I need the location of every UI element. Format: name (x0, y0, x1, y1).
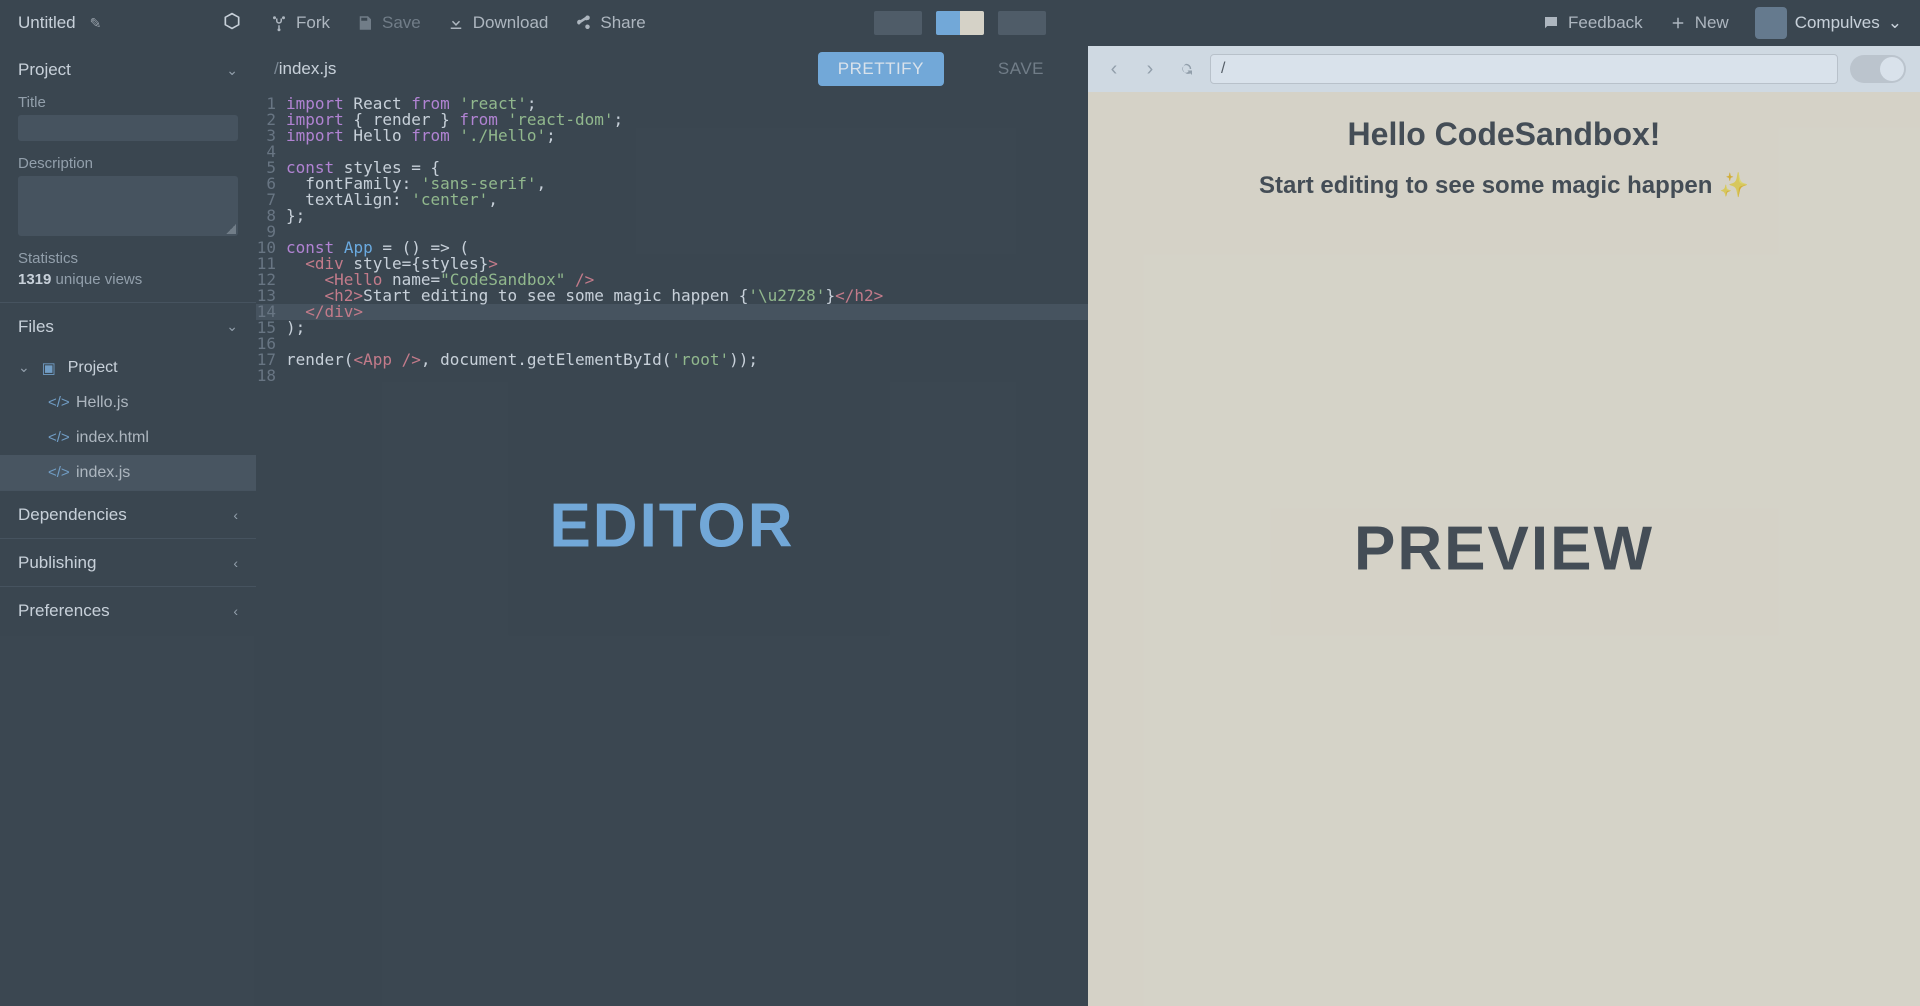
code-file-icon: </> (48, 464, 66, 481)
chevron-left-icon: ‹ (233, 555, 238, 571)
chevron-down-icon: ⌄ (226, 62, 238, 79)
chevron-left-icon: ‹ (233, 603, 238, 619)
edit-icon[interactable]: ✎ (90, 15, 102, 32)
preview-h2: Start editing to see some magic happen ✨ (1088, 171, 1920, 200)
nav-forward-button[interactable]: › (1138, 57, 1162, 81)
preview-watermark: PREVIEW (1354, 514, 1654, 585)
avatar (1755, 7, 1787, 39)
chevron-down-icon: ⌄ (18, 359, 30, 376)
description-input[interactable] (18, 176, 238, 236)
layout-switcher (874, 11, 1046, 35)
chevron-down-icon: ⌄ (1888, 13, 1902, 33)
preview-pane: Hello CodeSandbox! Start editing to see … (1088, 92, 1920, 1006)
description-label: Description (18, 155, 238, 172)
fork-button[interactable]: Fork (270, 13, 330, 33)
editor-tabbar: /index.js PRETTIFY SAVE (256, 46, 1088, 92)
sidebar: Project ⌄ Title Description Statistics 1… (0, 46, 256, 1006)
editor-watermark: EDITOR (549, 491, 794, 562)
statistics-label: Statistics (18, 250, 238, 267)
save-button[interactable]: Save (356, 13, 421, 33)
layout-split[interactable] (936, 11, 984, 35)
layout-preview-only[interactable] (998, 11, 1046, 35)
statistics-value: 1319 unique views (18, 271, 238, 288)
folder-project[interactable]: ⌄ ▣ Project (0, 350, 256, 385)
code-file-icon: </> (48, 394, 66, 411)
preferences-section[interactable]: Preferences ‹ (0, 586, 256, 634)
dependencies-section[interactable]: Dependencies ‹ (0, 490, 256, 538)
refresh-button[interactable] (1174, 57, 1198, 81)
publishing-section[interactable]: Publishing ‹ (0, 538, 256, 586)
url-input[interactable]: / (1210, 54, 1838, 84)
top-bar: Untitled ✎ Fork Save Download Share (0, 0, 1920, 46)
chevron-left-icon: ‹ (233, 507, 238, 523)
files-section-header[interactable]: Files ⌄ (0, 302, 256, 350)
editor-column: /index.js PRETTIFY SAVE 1import React fr… (256, 46, 1088, 1006)
layout-editor-only[interactable] (874, 11, 922, 35)
code-file-icon: </> (48, 429, 66, 446)
project-section-header[interactable]: Project ⌄ (0, 46, 256, 94)
new-button[interactable]: New (1669, 13, 1729, 33)
download-button[interactable]: Download (447, 13, 549, 33)
preview-h1: Hello CodeSandbox! (1088, 116, 1920, 153)
file-index-html[interactable]: </>index.html (0, 420, 256, 455)
preview-column: ‹ › / Hello CodeSandbox! Start editing t… (1088, 46, 1920, 1006)
editor-save-button[interactable]: SAVE (972, 52, 1070, 86)
editor-tab[interactable]: /index.js (274, 59, 336, 79)
title-input[interactable] (18, 115, 238, 141)
preview-toggle[interactable] (1850, 55, 1906, 83)
nav-back-button[interactable]: ‹ (1102, 57, 1126, 81)
user-menu[interactable]: Compulves ⌄ (1755, 7, 1902, 39)
file-index-js[interactable]: </>index.js (0, 455, 256, 490)
share-button[interactable]: Share (574, 13, 645, 33)
code-editor[interactable]: 1import React from 'react';2import { ren… (256, 92, 1088, 384)
preview-toolbar: ‹ › / (1088, 46, 1920, 92)
folder-icon: ▣ (40, 359, 58, 377)
chevron-down-icon: ⌄ (226, 318, 238, 335)
project-title[interactable]: Untitled (18, 13, 76, 33)
feedback-button[interactable]: Feedback (1542, 13, 1643, 33)
prettify-button[interactable]: PRETTIFY (818, 52, 944, 86)
file-Hello-js[interactable]: </>Hello.js (0, 385, 256, 420)
logo-icon[interactable] (222, 11, 242, 36)
title-label: Title (18, 94, 238, 111)
